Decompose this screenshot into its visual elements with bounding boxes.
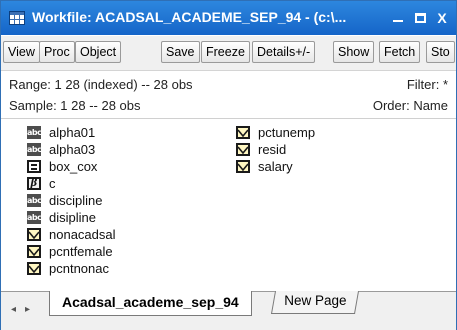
- alpha-icon: abc: [27, 194, 42, 207]
- workfile-window: Workfile: ACADSAL_ACADEME_SEP_94 - (c:\.…: [0, 0, 457, 330]
- window-title: Workfile: ACADSAL_ACADEME_SEP_94 - (c:\.…: [32, 9, 347, 25]
- tab-new-page[interactable]: New Page: [270, 291, 360, 314]
- details-button[interactable]: Details+/-: [252, 41, 316, 63]
- freeze-button[interactable]: Freeze: [201, 41, 250, 63]
- tab-new-page-label: New Page: [284, 293, 347, 308]
- object-name: resid: [258, 142, 287, 157]
- object-name: alpha03: [49, 142, 96, 157]
- filter-text[interactable]: Filter: *: [407, 77, 448, 92]
- toolbar: View Proc Object Save Freeze Details+/- …: [1, 36, 456, 71]
- series-icon: [27, 262, 41, 275]
- fetch-button[interactable]: Fetch: [379, 41, 421, 63]
- alpha-icon: abc: [27, 211, 42, 224]
- alpha-icon: abc: [27, 143, 42, 156]
- object-name: c: [49, 176, 56, 191]
- close-button[interactable]: X: [432, 8, 452, 28]
- title-bar[interactable]: Workfile: ACADSAL_ACADEME_SEP_94 - (c:\.…: [1, 1, 456, 35]
- workfile-info: Range: 1 28 (indexed) -- 28 obs Filter: …: [1, 71, 456, 117]
- range-text[interactable]: Range: 1 28 (indexed) -- 28 obs: [9, 77, 193, 92]
- proc-button[interactable]: Proc: [39, 41, 75, 63]
- view-button[interactable]: View: [3, 41, 40, 63]
- store-button[interactable]: Sto: [426, 41, 455, 63]
- object-name: salary: [258, 159, 293, 174]
- maximize-button[interactable]: [410, 8, 430, 28]
- object-list: abc alpha01 abc alpha03 box_cox β c abc …: [1, 119, 456, 291]
- object-name: disipline: [49, 210, 96, 225]
- object-name: alpha01: [49, 125, 96, 140]
- object-name: nonacadsal: [49, 227, 116, 242]
- object-name: pctunemp: [258, 125, 316, 140]
- show-button[interactable]: Show: [333, 41, 375, 63]
- object-name: discipline: [49, 193, 103, 208]
- series-icon: [27, 228, 41, 241]
- series-icon: [236, 143, 250, 156]
- tab-prev-icon[interactable]: ◂: [11, 304, 16, 315]
- page-tab-bar: ◂ ▸ Acadsal_academe_sep_94 New Page: [1, 291, 456, 330]
- series-icon: [236, 126, 250, 139]
- series-icon: [27, 245, 41, 258]
- minimize-button[interactable]: [388, 8, 408, 28]
- object-name: pcntnonac: [49, 261, 109, 276]
- object-button[interactable]: Object: [75, 41, 122, 63]
- coefficient-icon: β: [27, 177, 41, 190]
- alpha-icon: abc: [27, 126, 42, 139]
- vector-icon: [27, 160, 41, 173]
- object-name: box_cox: [49, 159, 98, 174]
- series-icon: [236, 160, 250, 173]
- order-text[interactable]: Order: Name: [373, 98, 448, 113]
- sample-text[interactable]: Sample: 1 28 -- 28 obs: [9, 98, 141, 113]
- workfile-icon: [9, 11, 25, 25]
- tab-next-icon[interactable]: ▸: [25, 304, 30, 315]
- object-name: pcntfemale: [49, 244, 113, 259]
- save-button[interactable]: Save: [161, 41, 200, 63]
- tab-acadsal-academe-sep-94[interactable]: Acadsal_academe_sep_94: [49, 291, 252, 316]
